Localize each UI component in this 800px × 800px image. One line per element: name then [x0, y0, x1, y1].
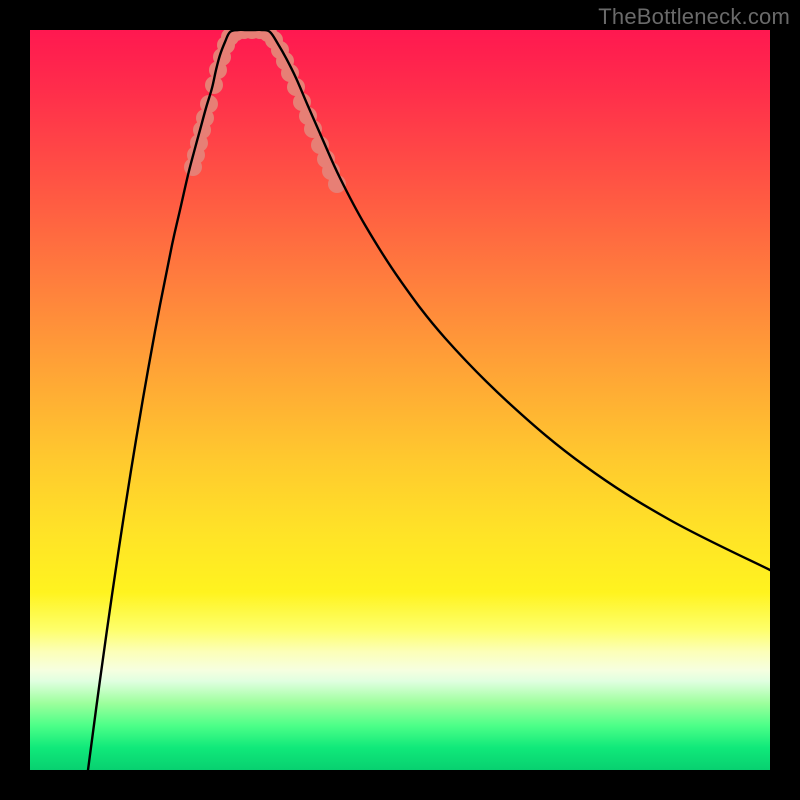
marker-group — [184, 30, 346, 193]
chart-frame: TheBottleneck.com — [0, 0, 800, 800]
watermark-text: TheBottleneck.com — [598, 4, 790, 30]
plot-area — [30, 30, 770, 770]
curve-layer — [30, 30, 770, 770]
